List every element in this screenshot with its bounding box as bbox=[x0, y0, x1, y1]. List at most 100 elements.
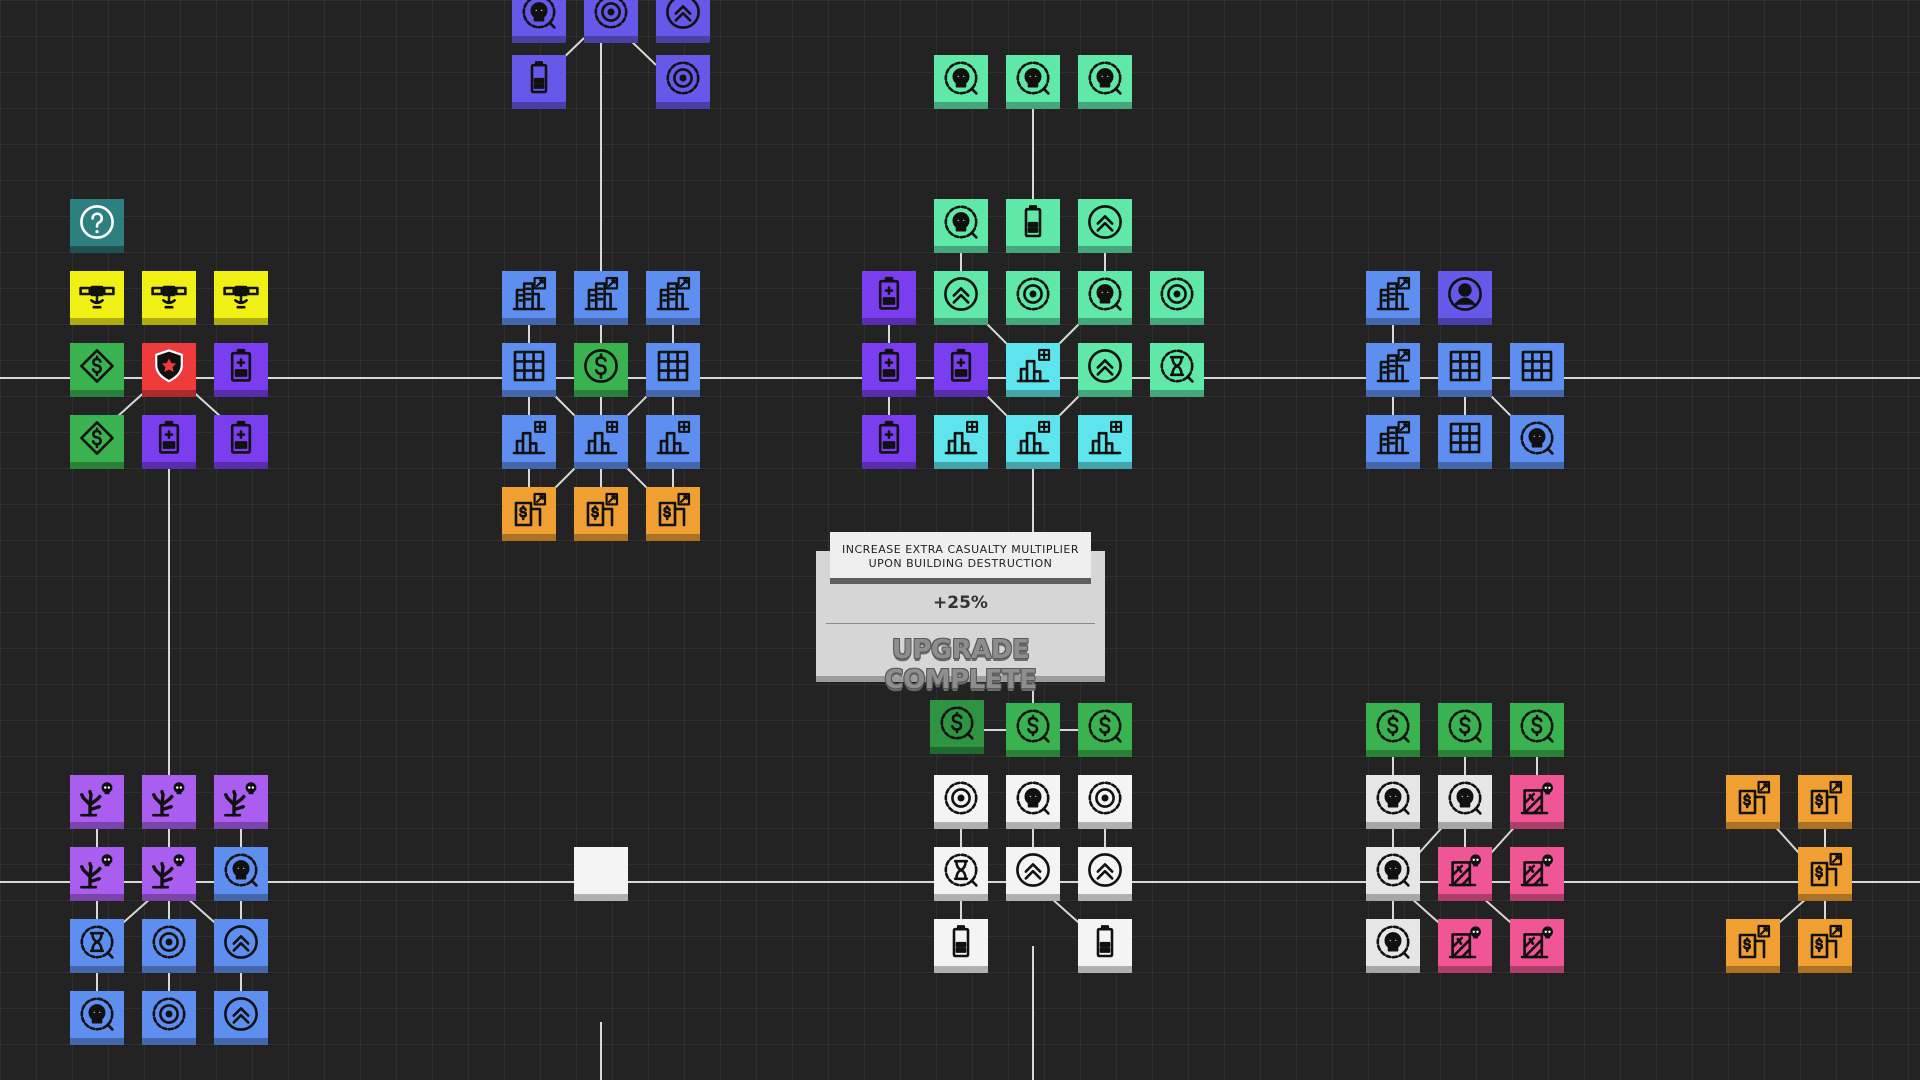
upgrade-node-dollar-target[interactable] bbox=[930, 700, 984, 754]
upgrade-node-double-chevron-up[interactable] bbox=[1006, 847, 1060, 901]
upgrade-node-battery-plus[interactable] bbox=[934, 343, 988, 397]
upgrade-node-double-chevron-up[interactable] bbox=[656, 0, 710, 43]
upgrade-node-skull-target[interactable] bbox=[70, 991, 124, 1045]
upgrade-node-building-dollar[interactable] bbox=[1798, 775, 1852, 829]
upgrade-node-dollar-target[interactable] bbox=[1006, 703, 1060, 757]
upgrade-node-double-chevron-up[interactable] bbox=[1078, 199, 1132, 253]
upgrade-node-skyline-plus[interactable] bbox=[1078, 415, 1132, 469]
upgrade-node-building-upgrade[interactable] bbox=[646, 271, 700, 325]
upgrade-node-skyline-plus[interactable] bbox=[934, 415, 988, 469]
upgrade-node-dollar-target[interactable] bbox=[1366, 703, 1420, 757]
upgrade-node-satellite[interactable] bbox=[70, 271, 124, 325]
upgrade-node-battery[interactable] bbox=[934, 919, 988, 973]
upgrade-node-skull-target[interactable] bbox=[1366, 775, 1420, 829]
upgrade-node-dollar-target[interactable] bbox=[1078, 703, 1132, 757]
upgrade-node-diamond-dollar[interactable] bbox=[70, 415, 124, 469]
upgrade-node-building-dollar[interactable] bbox=[1726, 919, 1780, 973]
upgrade-node-zombie-hand[interactable] bbox=[142, 847, 196, 901]
upgrade-node-skyline-plus[interactable] bbox=[646, 415, 700, 469]
upgrade-node-battery-plus[interactable] bbox=[862, 343, 916, 397]
upgrade-node-double-chevron-up[interactable] bbox=[214, 919, 268, 973]
upgrade-node-building-dollar[interactable] bbox=[1798, 847, 1852, 901]
upgrade-node-target-rings[interactable] bbox=[1150, 271, 1204, 325]
upgrade-node-hourglass-target[interactable] bbox=[934, 847, 988, 901]
upgrade-node-skull-target[interactable] bbox=[1006, 55, 1060, 109]
upgrade-node-building-dollar[interactable] bbox=[1726, 775, 1780, 829]
upgrade-node-zombie-hand[interactable] bbox=[70, 775, 124, 829]
upgrade-node-building-upgrade[interactable] bbox=[1366, 415, 1420, 469]
upgrade-tooltip: INCREASE EXTRA CASUALTY MULTIPLIER UPON … bbox=[816, 532, 1105, 695]
upgrade-node-building-upgrade[interactable] bbox=[502, 271, 556, 325]
upgrade-node-battery[interactable] bbox=[512, 55, 566, 109]
upgrade-node-skyline-plus[interactable] bbox=[1006, 343, 1060, 397]
upgrade-node-building-upgrade[interactable] bbox=[574, 271, 628, 325]
upgrade-node-battery-plus[interactable] bbox=[142, 415, 196, 469]
upgrade-node-building-upgrade[interactable] bbox=[1366, 343, 1420, 397]
upgrade-node-target-rings[interactable] bbox=[584, 0, 638, 43]
upgrade-node-zombie-hand[interactable] bbox=[142, 775, 196, 829]
upgrade-node-building-dollar[interactable] bbox=[502, 487, 556, 541]
upgrade-node-skull-target[interactable] bbox=[1438, 775, 1492, 829]
upgrade-node-hourglass-target[interactable] bbox=[70, 919, 124, 973]
upgrade-node-blank[interactable] bbox=[574, 847, 628, 901]
upgrade-node-battery[interactable] bbox=[1006, 199, 1060, 253]
upgrade-node-skull-target[interactable] bbox=[1006, 775, 1060, 829]
upgrade-node-skull-target[interactable] bbox=[1366, 847, 1420, 901]
upgrade-node-target-rings[interactable] bbox=[142, 919, 196, 973]
upgrade-node-building-dollar[interactable] bbox=[1798, 919, 1852, 973]
upgrade-node-grid-window[interactable] bbox=[646, 343, 700, 397]
upgrade-node-satellite[interactable] bbox=[142, 271, 196, 325]
upgrade-node-building-cracked-skull[interactable] bbox=[1438, 847, 1492, 901]
upgrade-node-double-chevron-up[interactable] bbox=[214, 991, 268, 1045]
upgrade-node-satellite[interactable] bbox=[214, 271, 268, 325]
upgrade-node-dollar-target[interactable] bbox=[1438, 703, 1492, 757]
upgrade-node-skull-target[interactable] bbox=[512, 0, 566, 43]
upgrade-node-dollar-coin[interactable] bbox=[574, 343, 628, 397]
building-cracked-skull-icon bbox=[1520, 926, 1553, 959]
upgrade-node-building-cracked-skull[interactable] bbox=[1438, 919, 1492, 973]
upgrade-node-building-cracked-skull[interactable] bbox=[1510, 775, 1564, 829]
upgrade-node-skull-target[interactable] bbox=[1078, 271, 1132, 325]
upgrade-node-skull-target[interactable] bbox=[1510, 415, 1564, 469]
upgrade-node-zombie-hand[interactable] bbox=[70, 847, 124, 901]
upgrade-node-skull-target[interactable] bbox=[934, 55, 988, 109]
upgrade-node-police-badge[interactable] bbox=[142, 343, 196, 397]
upgrade-node-skyline-plus[interactable] bbox=[574, 415, 628, 469]
upgrade-node-grid-window[interactable] bbox=[1510, 343, 1564, 397]
upgrade-node-battery[interactable] bbox=[1078, 919, 1132, 973]
upgrade-node-battery-plus[interactable] bbox=[214, 343, 268, 397]
grid-window-icon bbox=[1521, 350, 1553, 382]
upgrade-node-double-chevron-up[interactable] bbox=[1078, 343, 1132, 397]
upgrade-node-grid-window[interactable] bbox=[1438, 415, 1492, 469]
upgrade-node-dollar-target[interactable] bbox=[1510, 703, 1564, 757]
upgrade-node-grid-window[interactable] bbox=[1438, 343, 1492, 397]
upgrade-node-target-rings[interactable] bbox=[142, 991, 196, 1045]
upgrade-node-building-cracked-skull[interactable] bbox=[1510, 847, 1564, 901]
upgrade-node-grid-window[interactable] bbox=[502, 343, 556, 397]
upgrade-node-zombie-hand[interactable] bbox=[214, 775, 268, 829]
upgrade-node-target-rings[interactable] bbox=[934, 775, 988, 829]
double-chevron-up-icon bbox=[1088, 349, 1122, 383]
upgrade-node-skyline-plus[interactable] bbox=[502, 415, 556, 469]
upgrade-node-battery-plus[interactable] bbox=[862, 415, 916, 469]
upgrade-node-diamond-dollar[interactable] bbox=[70, 343, 124, 397]
upgrade-node-skull-target[interactable] bbox=[934, 199, 988, 253]
upgrade-node-skyline-plus[interactable] bbox=[1006, 415, 1060, 469]
upgrade-node-building-dollar[interactable] bbox=[574, 487, 628, 541]
upgrade-node-user-badge[interactable] bbox=[1438, 271, 1492, 325]
upgrade-node-battery-plus[interactable] bbox=[862, 271, 916, 325]
upgrade-node-target-rings[interactable] bbox=[1006, 271, 1060, 325]
upgrade-node-double-chevron-up[interactable] bbox=[1078, 847, 1132, 901]
upgrade-node-target-rings[interactable] bbox=[656, 55, 710, 109]
upgrade-node-building-cracked-skull[interactable] bbox=[1510, 919, 1564, 973]
upgrade-node-battery-plus[interactable] bbox=[214, 415, 268, 469]
upgrade-node-skull-target[interactable] bbox=[214, 847, 268, 901]
upgrade-node-building-dollar[interactable] bbox=[646, 487, 700, 541]
upgrade-node-skull-target[interactable] bbox=[1366, 919, 1420, 973]
help-button[interactable] bbox=[70, 199, 124, 253]
upgrade-node-building-upgrade[interactable] bbox=[1366, 271, 1420, 325]
upgrade-node-double-chevron-up[interactable] bbox=[934, 271, 988, 325]
upgrade-node-hourglass-target[interactable] bbox=[1150, 343, 1204, 397]
upgrade-node-skull-target[interactable] bbox=[1078, 55, 1132, 109]
upgrade-node-target-rings[interactable] bbox=[1078, 775, 1132, 829]
